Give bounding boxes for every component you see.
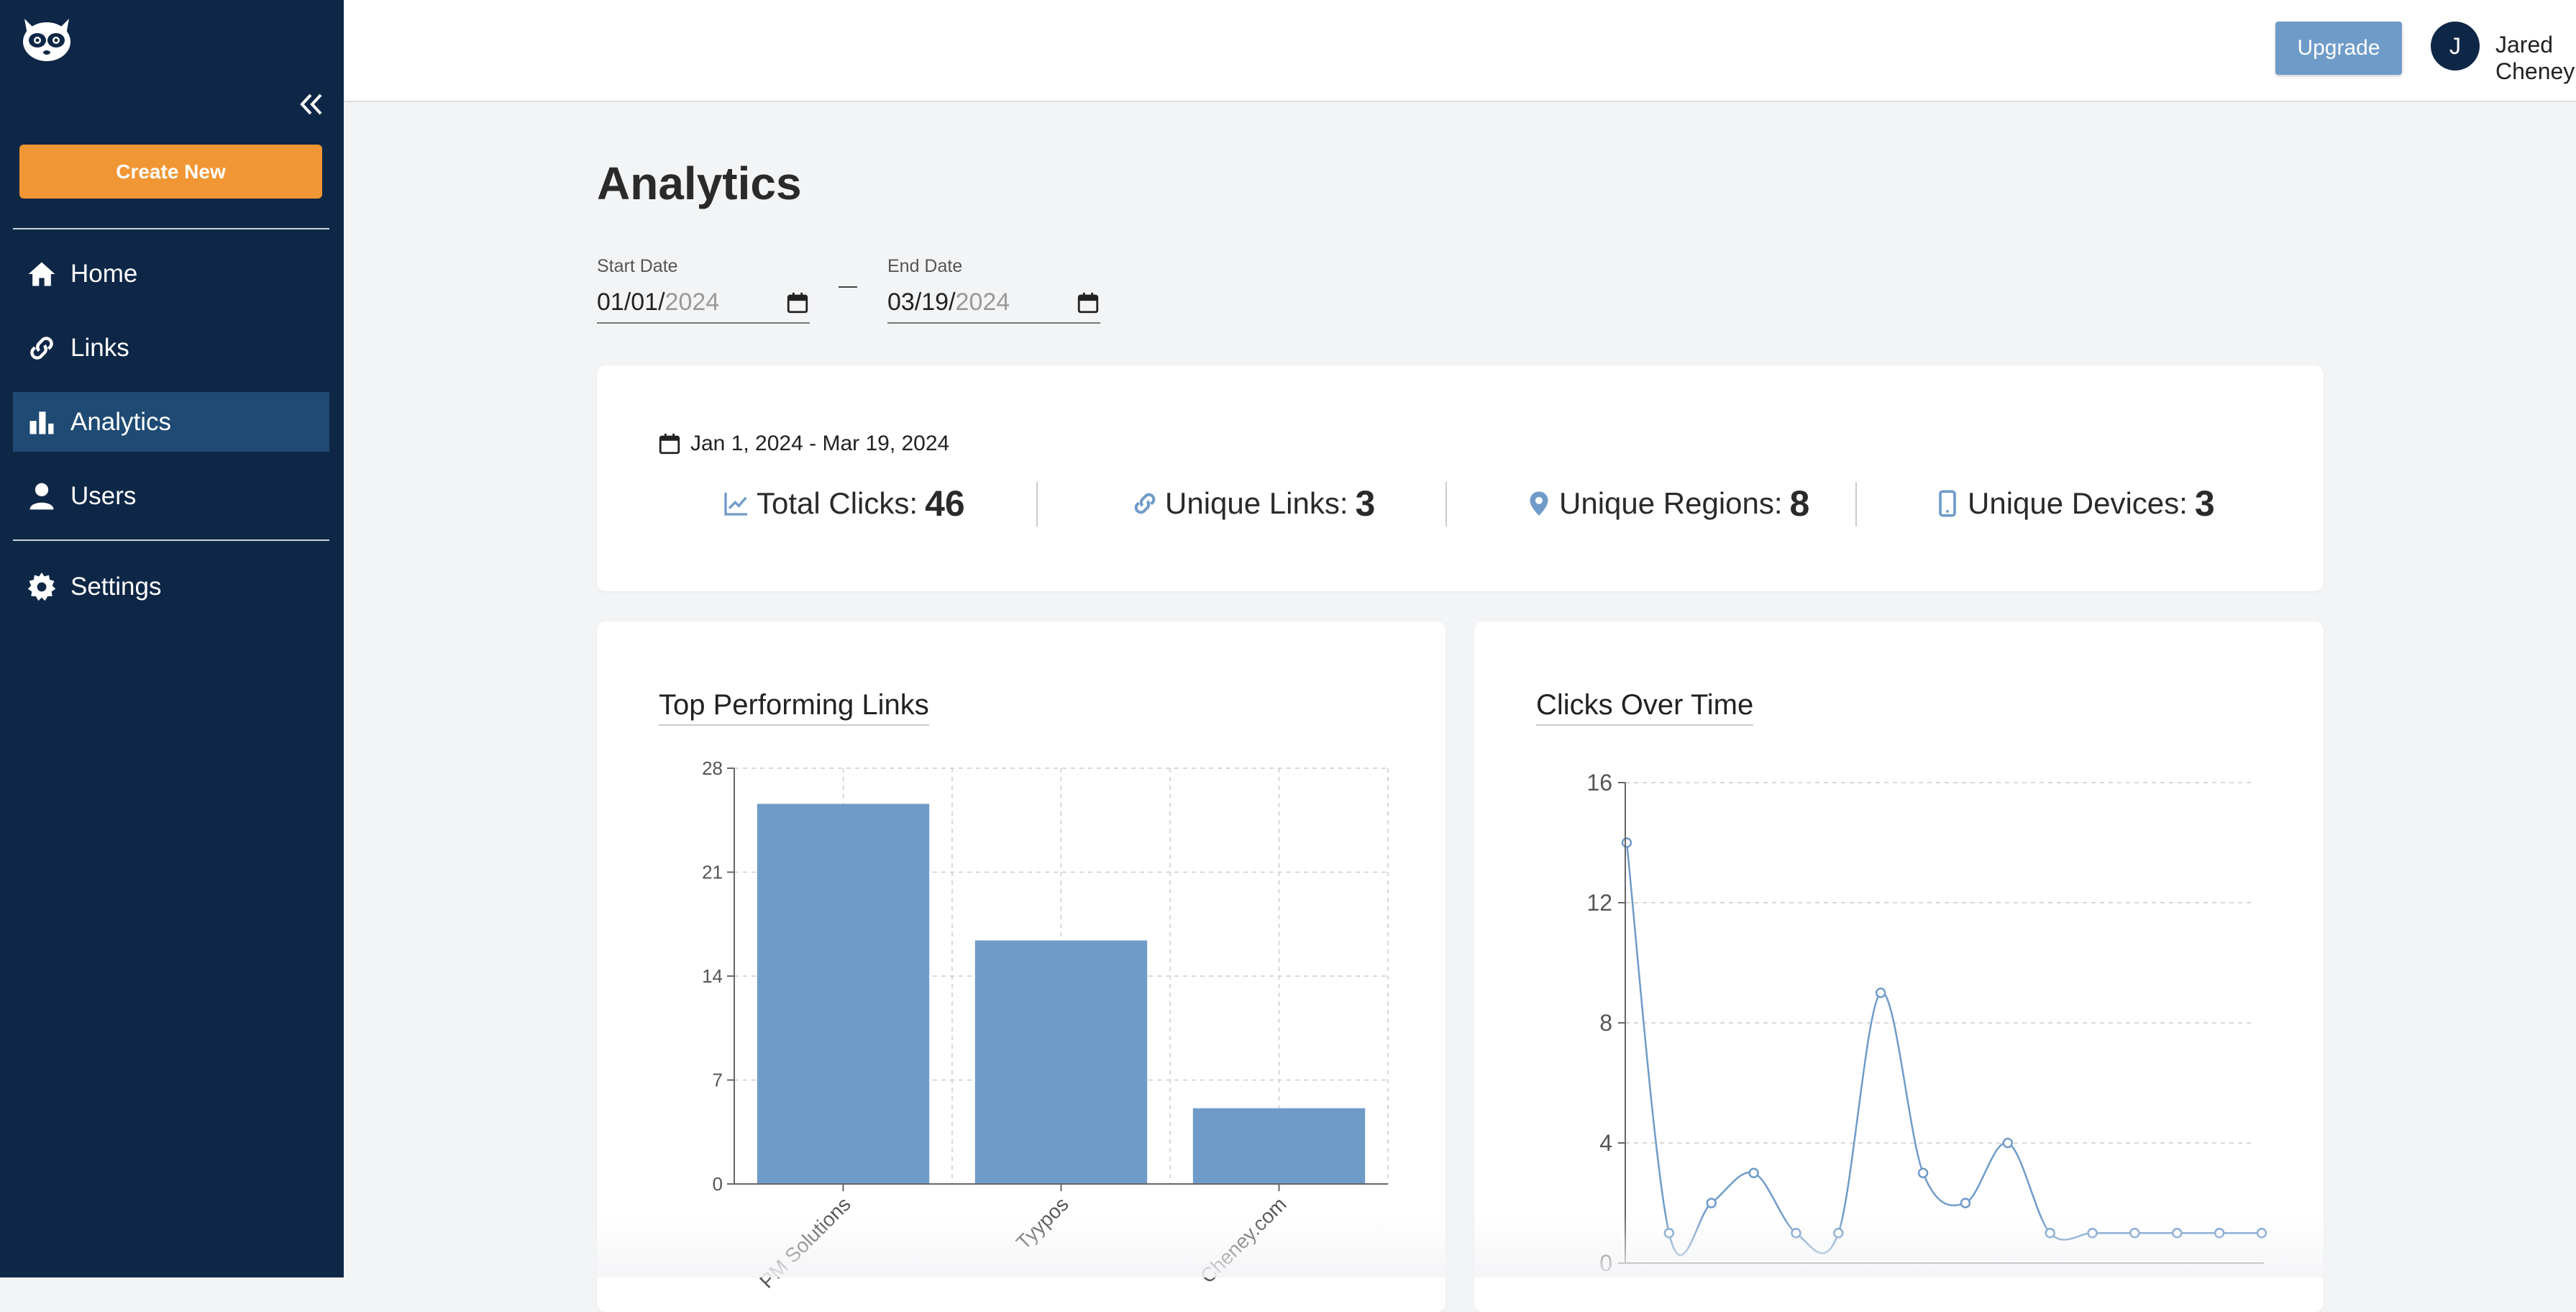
sidebar-item-label: Links xyxy=(70,333,129,362)
clicks-over-time-line-chart: 0 4 8 12 16 xyxy=(1586,770,2267,1276)
sidebar-item-settings[interactable]: Settings xyxy=(13,557,329,616)
mobile-device-icon xyxy=(1939,490,1956,517)
unique-links-value: 3 xyxy=(1355,483,1376,524)
bar xyxy=(1192,1108,1366,1184)
y-tick-label: 4 xyxy=(1599,1130,1612,1156)
home-icon xyxy=(26,258,58,290)
y-tick-label: 14 xyxy=(702,965,723,987)
data-point xyxy=(1875,988,1886,998)
create-new-button[interactable]: Create New xyxy=(19,145,322,199)
data-point xyxy=(1663,1228,1675,1239)
collapse-sidebar-icon[interactable] xyxy=(295,88,328,121)
trend-chart-icon xyxy=(724,493,747,516)
date-range-summary: Jan 1, 2024 - Mar 19, 2024 xyxy=(657,432,949,456)
summary-card: Jan 1, 2024 - Mar 19, 2024 Total Clicks:… xyxy=(597,365,2324,591)
x-tick-label: Tyypos xyxy=(1012,1193,1073,1254)
page-title: Analytics xyxy=(597,158,802,209)
data-point xyxy=(1791,1228,1801,1239)
unique-regions-stat: Unique Regions: 8 xyxy=(1525,482,1809,525)
sidebar-item-label: Home xyxy=(70,259,138,288)
total-clicks-value: 46 xyxy=(925,483,965,524)
link-icon xyxy=(1134,493,1156,514)
user-name[interactable]: Jared Cheney xyxy=(2495,32,2576,85)
start-date-label: Start Date xyxy=(597,256,678,276)
total-clicks-label: Total Clicks: xyxy=(757,486,918,520)
top-links-card: Top Performing Links 0 7 14 21 28 PM Solution… xyxy=(597,621,1445,1312)
start-date-value: 01/01/ xyxy=(597,288,665,316)
calendar-icon[interactable] xyxy=(1076,291,1100,315)
sidebar-item-users[interactable]: Users xyxy=(13,466,329,526)
data-point xyxy=(1917,1167,1929,1178)
sidebar: Create New Home Links Analytics Users Se… xyxy=(0,0,344,1277)
data-point xyxy=(1621,837,1632,848)
stat-separator xyxy=(1855,482,1857,527)
calendar-icon xyxy=(659,433,680,455)
x-tick-label: PM Solutions xyxy=(755,1193,855,1293)
y-tick-label: 16 xyxy=(1586,770,1612,796)
data-point xyxy=(2087,1228,2098,1239)
unique-devices-stat: Unique Devices: 3 xyxy=(1933,482,2215,525)
sidebar-divider xyxy=(13,228,329,229)
date-range-separator xyxy=(839,286,857,288)
end-date-value: 03/19/ xyxy=(887,288,956,316)
total-clicks-stat: Total Clicks: 46 xyxy=(722,482,965,525)
y-tick-label: 12 xyxy=(1586,890,1612,916)
end-date-input[interactable]: 03/19/2024 xyxy=(887,282,1100,324)
raccoon-logo-icon[interactable] xyxy=(19,13,75,63)
sidebar-item-home[interactable]: Home xyxy=(13,244,329,304)
x-tick-label: Cheney.com xyxy=(1196,1193,1291,1288)
data-point xyxy=(1748,1167,1759,1178)
sidebar-item-label: Settings xyxy=(70,572,162,601)
data-point xyxy=(1706,1198,1717,1208)
y-tick-label: 0 xyxy=(713,1173,723,1195)
stat-separator xyxy=(1036,482,1038,527)
top-bar: Upgrade J Jared Cheney xyxy=(344,0,2576,102)
unique-links-stat: Unique Links: 3 xyxy=(1131,482,1375,525)
data-point xyxy=(1833,1228,1844,1239)
sidebar-item-label: Users xyxy=(70,481,137,510)
sidebar-divider xyxy=(13,539,329,541)
avatar[interactable]: J xyxy=(2431,22,2480,70)
data-point xyxy=(1960,1198,1971,1208)
bar-chart-icon xyxy=(26,406,58,438)
end-date-year: 2024 xyxy=(955,288,1010,316)
clicks-over-time-card: Clicks Over Time 0 4 8 12 16 xyxy=(1474,621,2324,1312)
stat-separator xyxy=(1445,482,1447,527)
y-tick-label: 28 xyxy=(702,757,723,779)
user-icon xyxy=(26,480,58,512)
gear-icon xyxy=(26,571,58,603)
data-point xyxy=(2172,1228,2183,1239)
start-date-input[interactable]: 01/01/2024 xyxy=(597,282,810,324)
date-range-text: Jan 1, 2024 - Mar 19, 2024 xyxy=(690,432,950,455)
upgrade-button[interactable]: Upgrade xyxy=(2275,22,2402,75)
unique-devices-label: Unique Devices: xyxy=(1968,486,2188,520)
top-links-bar-chart: 0 7 14 21 28 PM Solutions Tyypos Cheney.com xyxy=(702,757,1389,1293)
unique-devices-value: 3 xyxy=(2194,483,2215,524)
bar xyxy=(974,940,1148,1184)
y-tick-label: 7 xyxy=(713,1070,723,1091)
sidebar-item-label: Analytics xyxy=(70,407,172,436)
y-tick-label: 21 xyxy=(702,862,723,883)
series-line xyxy=(1625,842,2262,1257)
data-point xyxy=(2214,1228,2225,1239)
calendar-icon[interactable] xyxy=(785,291,810,315)
end-date-label: End Date xyxy=(887,256,963,276)
unique-regions-value: 8 xyxy=(1789,483,1810,524)
data-point xyxy=(2129,1228,2140,1239)
y-tick-label: 0 xyxy=(1599,1250,1612,1276)
link-icon xyxy=(26,332,58,364)
data-point xyxy=(2256,1228,2267,1239)
y-tick-label: 8 xyxy=(1599,1010,1612,1036)
unique-regions-label: Unique Regions: xyxy=(1559,486,1783,520)
start-date-year: 2024 xyxy=(664,288,720,316)
sidebar-item-links[interactable]: Links xyxy=(13,318,329,378)
unique-links-label: Unique Links: xyxy=(1165,486,1348,520)
bar xyxy=(757,803,930,1184)
sidebar-item-analytics[interactable]: Analytics xyxy=(13,392,329,452)
data-point xyxy=(2002,1137,2014,1149)
data-point xyxy=(2045,1228,2055,1239)
location-pin-icon xyxy=(1530,491,1548,516)
